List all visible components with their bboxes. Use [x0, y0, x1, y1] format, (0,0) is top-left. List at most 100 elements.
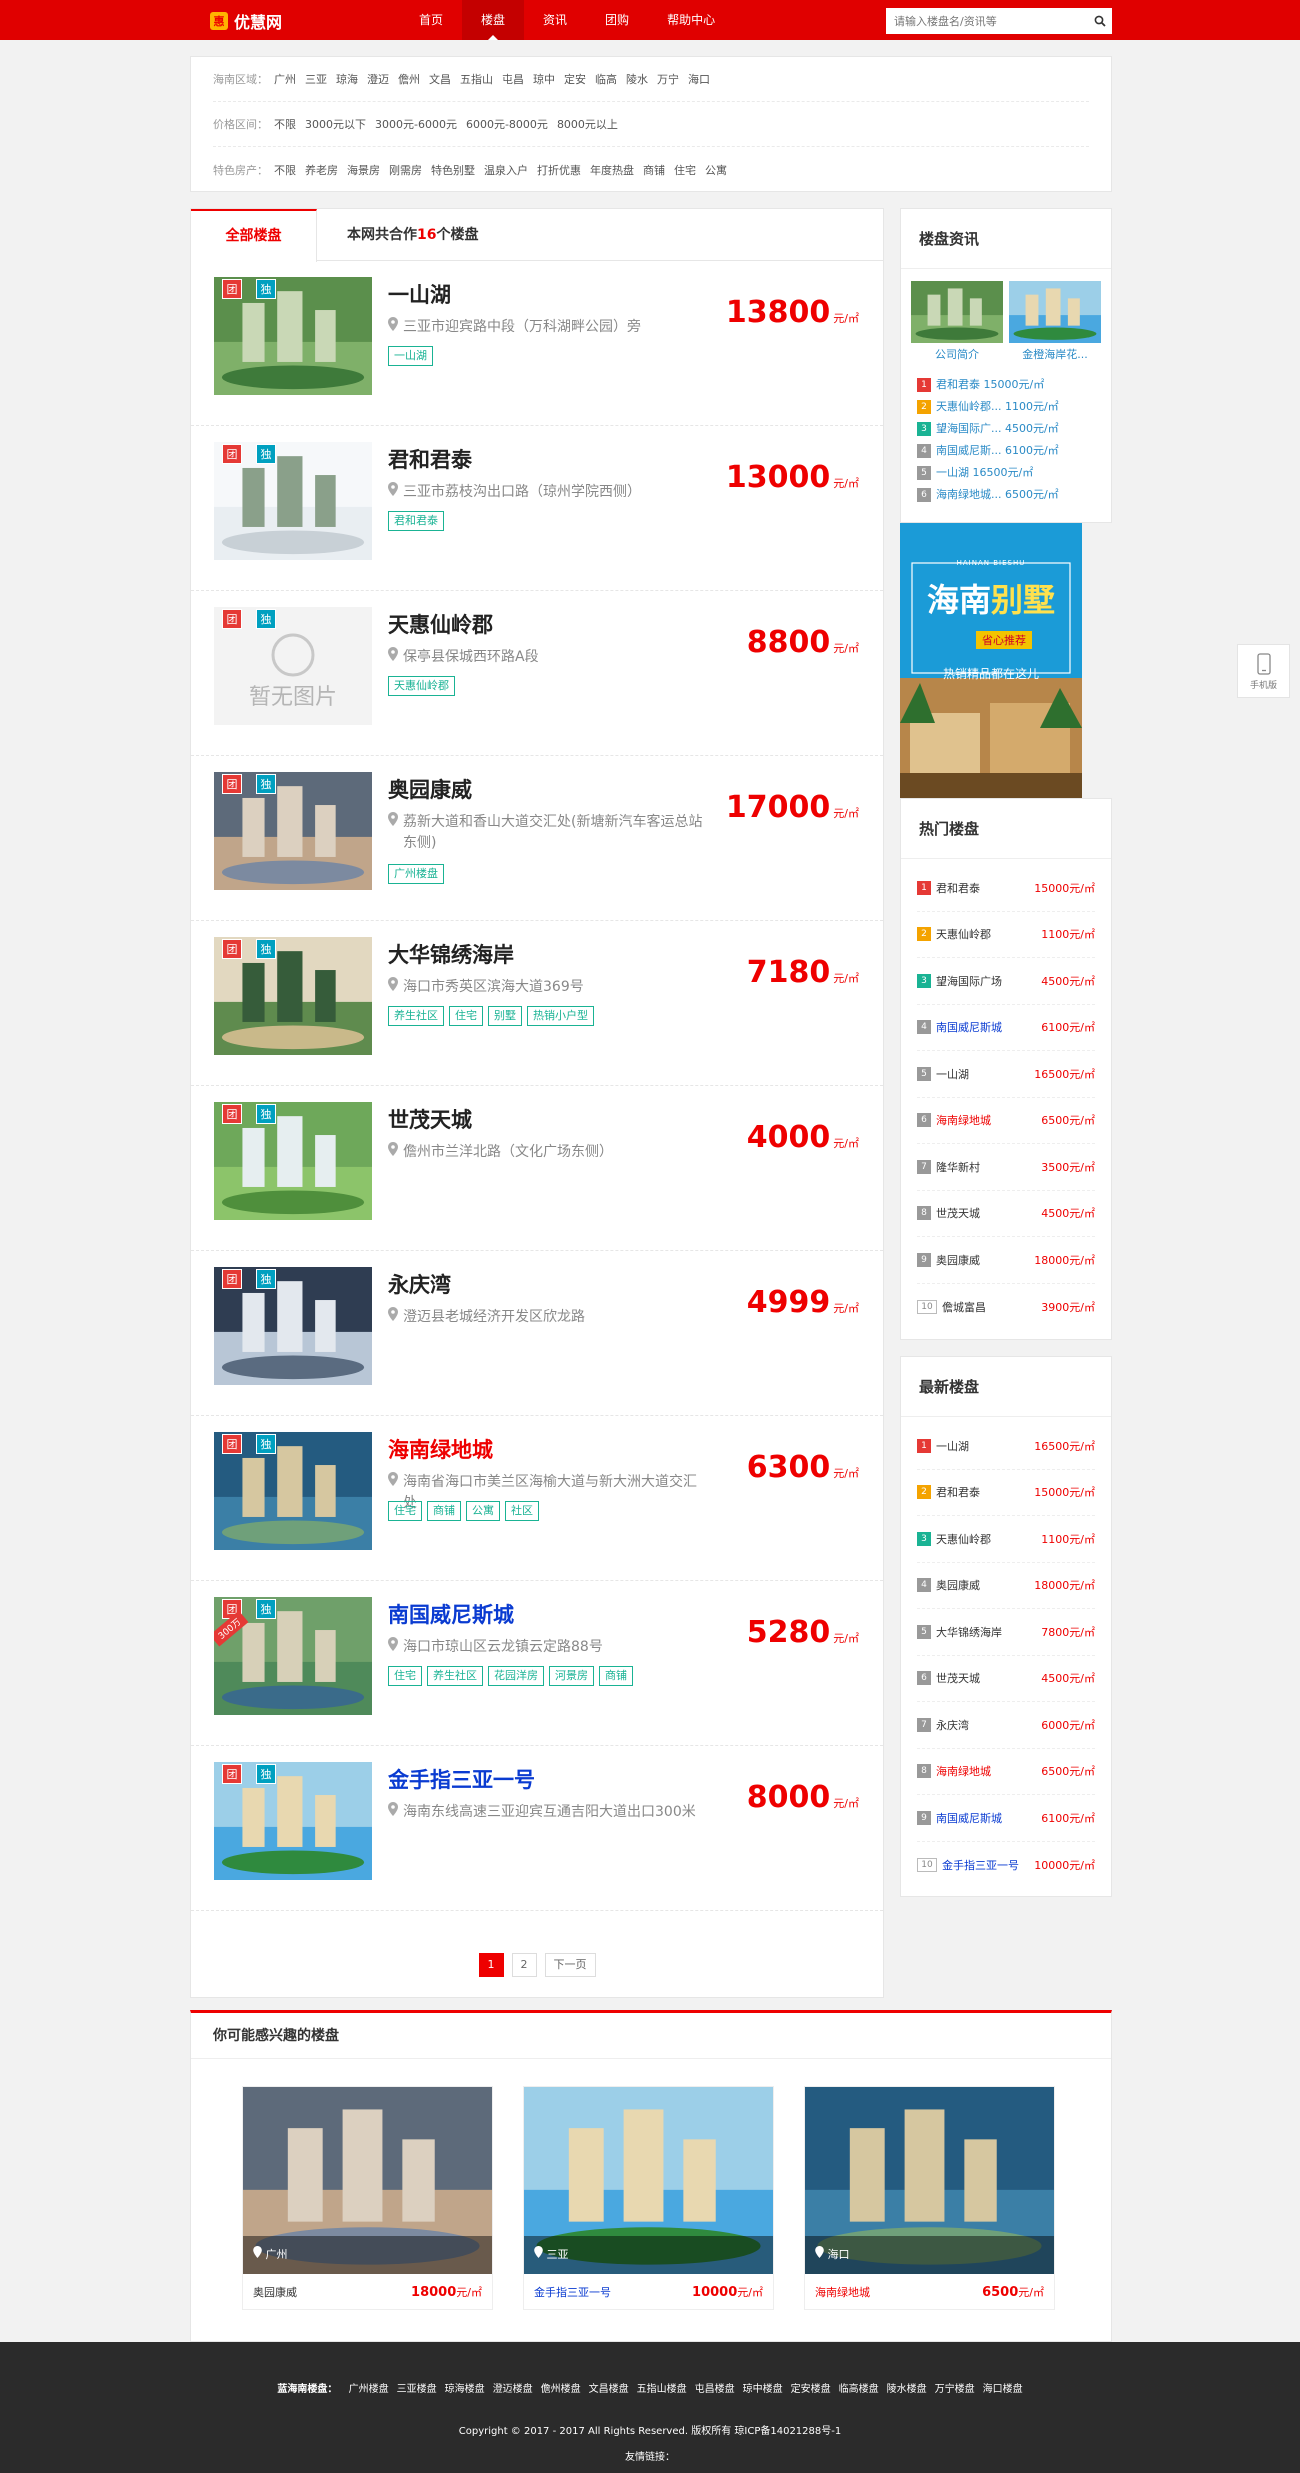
hot-item-name[interactable]: 君和君泰 — [936, 880, 1034, 896]
property-tag[interactable]: 商铺 — [599, 1666, 633, 1686]
news-list-item[interactable]: 5 一山湖 16500元/㎡ — [917, 462, 1095, 484]
filter-option[interactable]: 公寓 — [705, 162, 727, 178]
filter-option[interactable]: 温泉入户 — [484, 162, 528, 178]
filter-option[interactable]: 文昌 — [429, 71, 451, 87]
news-list-item[interactable]: 3 望海国际广... 4500元/㎡ — [917, 418, 1095, 440]
filter-option[interactable]: 特色别墅 — [431, 162, 475, 178]
filter-option[interactable]: 陵水 — [626, 71, 648, 87]
latest-item-name[interactable]: 大华锦绣海岸 — [936, 1624, 1041, 1640]
footer-link[interactable]: 陵水楼盘 — [887, 2384, 927, 2395]
hot-list-item[interactable]: 7 隆华新村 3500元/㎡ — [917, 1144, 1095, 1191]
property-name[interactable]: 君和君泰 — [388, 444, 472, 474]
property-name[interactable]: 大华锦绣海岸 — [388, 939, 514, 969]
property-tag[interactable]: 河景房 — [549, 1666, 594, 1686]
property-tag[interactable]: 热销小户型 — [527, 1006, 594, 1026]
property-item[interactable]: 暂无图片团独天惠仙岭郡 保亭县保城西环路A段 天惠仙岭郡 8800 元/㎡ — [191, 591, 883, 756]
property-item[interactable]: 团独海南绿地城 海南省海口市美兰区海榆大道与新大洲大道交汇处 住宅 商铺 公寓 社区 630… — [191, 1416, 883, 1581]
news-image[interactable] — [1009, 281, 1101, 343]
property-tag[interactable]: 商铺 — [427, 1501, 461, 1521]
property-thumbnail[interactable]: 团独 300万 — [214, 1597, 372, 1715]
search-icon[interactable] — [1088, 9, 1112, 33]
footer-link[interactable]: 海口楼盘 — [983, 2384, 1023, 2395]
property-tag[interactable]: 一山湖 — [388, 346, 433, 366]
property-item[interactable]: 团独一山湖 三亚市迎宾路中段（万科湖畔公园）旁 一山湖 13800 元/㎡ — [191, 261, 883, 426]
hot-list-item[interactable]: 2 天惠仙岭郡 1100元/㎡ — [917, 912, 1095, 958]
property-thumbnail[interactable]: 团独 — [214, 937, 372, 1055]
property-name[interactable]: 天惠仙岭郡 — [388, 609, 493, 639]
filter-option[interactable]: 养老房 — [305, 162, 338, 178]
hot-item-name[interactable]: 儋城富昌 — [942, 1299, 1041, 1315]
news-image[interactable] — [911, 281, 1003, 343]
latest-list-item[interactable]: 5 大华锦绣海岸 7800元/㎡ — [917, 1609, 1095, 1656]
latest-list-item[interactable]: 6 世茂天城 4500元/㎡ — [917, 1656, 1095, 1702]
property-item[interactable]: 团独 金手指三亚一号 海南东线高速三亚迎宾互通吉阳大道出口300米 8000 元/㎡ — [191, 1746, 883, 1911]
property-thumbnail[interactable]: 团独 — [214, 1102, 372, 1220]
latest-item-name[interactable]: 君和君泰 — [936, 1484, 1034, 1500]
filter-option[interactable]: 打折优惠 — [537, 162, 581, 178]
latest-item-name[interactable]: 奥园康威 — [936, 1577, 1034, 1593]
property-thumbnail[interactable]: 团独 — [214, 277, 372, 395]
property-thumbnail[interactable]: 团独 — [214, 1762, 372, 1880]
property-tag[interactable]: 君和君泰 — [388, 511, 444, 531]
nav-item[interactable]: 团购 — [586, 0, 648, 40]
property-tag[interactable]: 住宅 — [388, 1501, 422, 1521]
latest-list-item[interactable]: 3 天惠仙岭郡 1100元/㎡ — [917, 1516, 1095, 1563]
news-image-caption[interactable]: 金橙海岸花... — [1009, 346, 1101, 362]
property-name[interactable]: 一山湖 — [388, 279, 451, 309]
news-list-item[interactable]: 6 海南绿地城... 6500元/㎡ — [917, 484, 1095, 506]
footer-link[interactable]: 琼中楼盘 — [743, 2384, 783, 2395]
property-item[interactable]: 团独 奥园康威 荔新大道和香山大道交汇处(新塘新汽车客运总站东侧) 广州楼盘 17000… — [191, 756, 883, 921]
nav-item[interactable]: 首页 — [400, 0, 462, 40]
recommend-card[interactable]: 广州 奥园康威 18000元/㎡ — [242, 2086, 493, 2310]
news-image-card[interactable]: 金橙海岸花... — [1009, 281, 1101, 362]
latest-item-name[interactable]: 天惠仙岭郡 — [936, 1531, 1041, 1547]
footer-link[interactable]: 琼海楼盘 — [445, 2384, 485, 2395]
hot-item-name[interactable]: 奥园康威 — [936, 1252, 1034, 1268]
hot-item-name[interactable]: 一山湖 — [936, 1066, 1034, 1082]
property-name[interactable]: 永庆湾 — [388, 1269, 451, 1299]
filter-option[interactable]: 五指山 — [460, 71, 493, 87]
news-list-item[interactable]: 1 君和君泰 15000元/㎡ — [917, 374, 1095, 396]
nav-item[interactable]: 资讯 — [524, 0, 586, 40]
hot-list-item[interactable]: 9 奥园康威 18000元/㎡ — [917, 1237, 1095, 1284]
page-button[interactable]: 2 — [511, 1953, 537, 1977]
recommend-card[interactable]: 海口 海南绿地城 6500元/㎡ — [804, 2086, 1055, 2310]
filter-option[interactable]: 琼中 — [533, 71, 555, 87]
next-page-button[interactable]: 下一页 — [544, 1953, 596, 1977]
recommend-name[interactable]: 海南绿地城 — [815, 2284, 870, 2300]
recommend-image[interactable]: 海口 — [805, 2087, 1054, 2274]
filter-option[interactable]: 不限 — [274, 162, 296, 178]
filter-option[interactable]: 年度热盘 — [590, 162, 634, 178]
property-item[interactable]: 团独 世茂天城 儋州市兰洋北路（文化广场东侧） 4000 元/㎡ — [191, 1086, 883, 1251]
latest-item-name[interactable]: 一山湖 — [936, 1438, 1034, 1454]
property-thumbnail[interactable]: 团独 — [214, 442, 372, 560]
property-name[interactable]: 奥园康威 — [388, 774, 472, 804]
filter-option[interactable]: 儋州 — [398, 71, 420, 87]
hot-list-item[interactable]: 3 望海国际广场 4500元/㎡ — [917, 958, 1095, 1005]
recommend-name[interactable]: 金手指三亚一号 — [534, 2284, 611, 2300]
recommend-name[interactable]: 奥园康威 — [253, 2284, 297, 2300]
hot-list-item[interactable]: 5 一山湖 16500元/㎡ — [917, 1051, 1095, 1098]
property-thumbnail[interactable]: 团独 — [214, 1432, 372, 1550]
nav-item[interactable]: 楼盘 — [462, 0, 525, 40]
filter-option[interactable]: 不限 — [274, 116, 296, 132]
news-item-text[interactable]: 一山湖 16500元/㎡ — [936, 462, 1033, 484]
footer-link[interactable]: 屯昌楼盘 — [695, 2384, 735, 2395]
latest-item-name[interactable]: 金手指三亚一号 — [942, 1857, 1034, 1873]
filter-option[interactable]: 定安 — [564, 71, 586, 87]
hot-item-name[interactable]: 天惠仙岭郡 — [936, 926, 1041, 942]
property-tag[interactable]: 别墅 — [488, 1006, 522, 1026]
hot-item-name[interactable]: 世茂天城 — [936, 1205, 1041, 1221]
filter-option[interactable]: 海口 — [688, 71, 710, 87]
filter-option[interactable]: 广州 — [274, 71, 296, 87]
property-name[interactable]: 世茂天城 — [388, 1104, 472, 1134]
recommend-image[interactable]: 广州 — [243, 2087, 492, 2274]
property-thumbnail[interactable]: 团独 — [214, 772, 372, 890]
filter-option[interactable]: 海景房 — [347, 162, 380, 178]
news-item-text[interactable]: 望海国际广... 4500元/㎡ — [936, 418, 1059, 440]
news-item-text[interactable]: 海南绿地城... 6500元/㎡ — [936, 484, 1059, 506]
property-item[interactable]: 团独 大华锦绣海岸 海口市秀英区滨海大道369号 养生社区 住宅 别墅 热销小户型 7180 元… — [191, 921, 883, 1086]
news-list-item[interactable]: 2 天惠仙岭郡... 1100元/㎡ — [917, 396, 1095, 418]
property-tag[interactable]: 住宅 — [388, 1666, 422, 1686]
hot-list-item[interactable]: 8 世茂天城 4500元/㎡ — [917, 1191, 1095, 1237]
